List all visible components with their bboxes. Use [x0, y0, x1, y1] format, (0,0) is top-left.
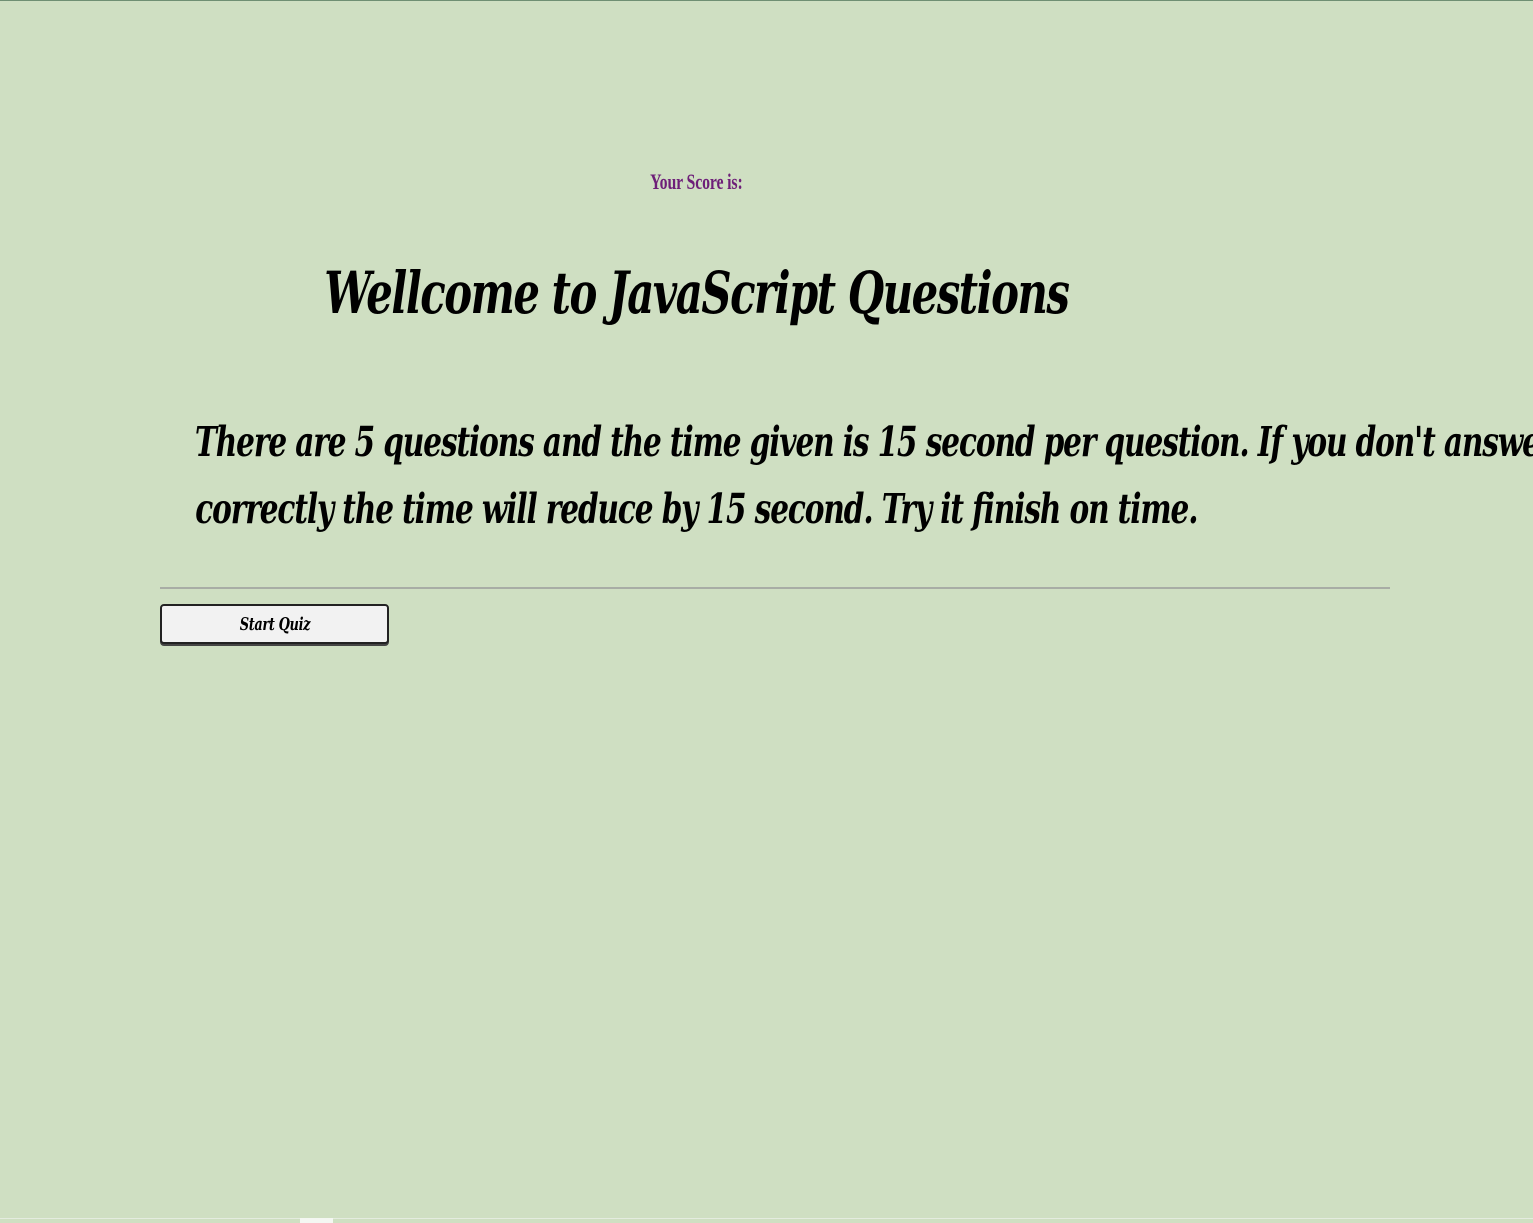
page-title: Wellcome to JavaScript Questions: [324, 259, 1070, 327]
divider: [160, 587, 1390, 589]
bottom-edge: [0, 1218, 1533, 1219]
start-quiz-button[interactable]: Start Quiz: [160, 604, 389, 644]
start-quiz-label: Start Quiz: [239, 613, 310, 635]
score-label: Your Score is:: [650, 169, 743, 194]
scroll-handle: [300, 1218, 333, 1223]
instructions-line-1: There are 5 questions and the time given…: [194, 418, 1533, 466]
instructions-line-2: correctly the time will reduce by 15 sec…: [195, 485, 1198, 533]
quiz-instructions: There are 5 questions and the time given…: [194, 409, 1533, 543]
